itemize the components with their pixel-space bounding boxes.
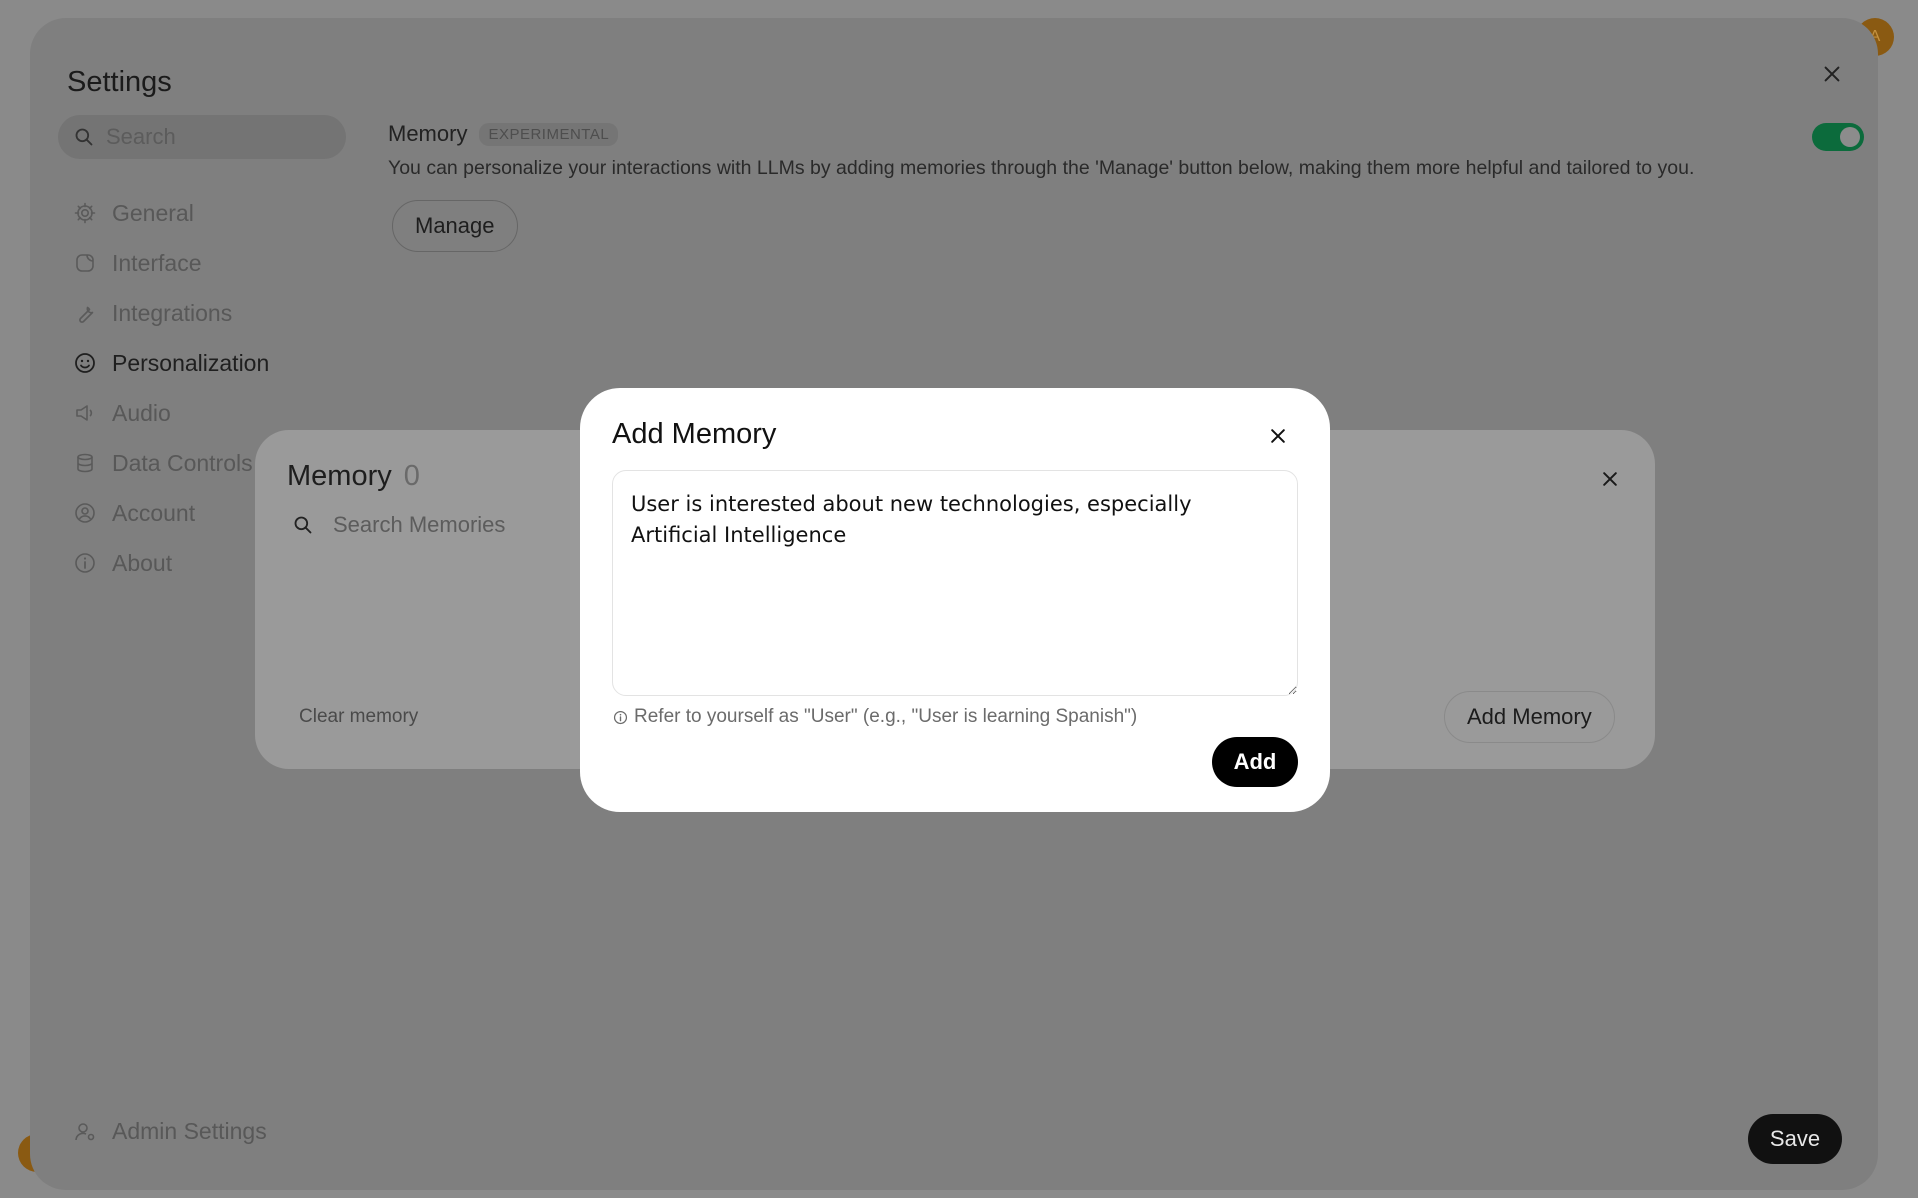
admin-settings-label: Admin Settings [112,1118,267,1144]
nav-item-label: Account [112,499,196,526]
wrench-icon [72,300,98,326]
add-memory-button[interactable]: Add Memory [1444,691,1615,743]
manage-button[interactable]: Manage [392,200,518,252]
toggle-knob [1840,127,1860,147]
admin-settings-link[interactable]: Admin Settings [72,1118,267,1145]
memory-description: You can personalize your interactions wi… [388,157,1695,179]
nav-item-label: Audio [112,399,171,426]
search-icon [294,516,312,534]
memory-content-textarea[interactable]: User is interested about new technologie… [612,470,1298,696]
nav-item-label: General [112,199,194,226]
add-memory-dialog-title: Add Memory [612,418,777,450]
nav-item-audio[interactable]: Audio [72,388,269,438]
nav-item-label: Data Controls [112,449,253,476]
nav-item-account[interactable]: Account [72,488,269,538]
nav-item-general[interactable]: General [72,188,269,238]
clear-memory-button[interactable]: Clear memory [299,706,418,728]
memory-toggle[interactable] [1812,123,1864,151]
add-button[interactable]: Add [1212,737,1298,787]
gear-icon [72,200,98,226]
close-icon [1603,472,1617,486]
nav-item-personalization[interactable]: Personalization [72,338,269,388]
user-circle-icon [72,500,98,526]
face-icon [72,350,98,376]
info-icon [72,550,98,576]
memory-hint: Refer to yourself as "User" (e.g., "User… [612,706,1137,728]
settings-nav: General Interface Integrations Personali… [72,188,269,588]
save-button[interactable]: Save [1748,1114,1842,1164]
close-icon [1824,66,1840,82]
add-memory-dialog: Add Memory User is interested about new … [580,388,1330,812]
memory-section: Memory EXPERIMENTAL You can personalize … [388,121,1868,252]
add-memory-dialog-close-button[interactable] [1263,421,1293,451]
settings-search[interactable] [58,115,346,159]
nav-item-about[interactable]: About [72,538,269,588]
user-gear-icon [72,1119,98,1145]
experimental-badge: EXPERIMENTAL [479,122,619,146]
nav-item-label: Interface [112,249,202,276]
database-icon [72,450,98,476]
nav-item-integrations[interactable]: Integrations [72,288,269,338]
nav-item-label: Integrations [112,299,233,326]
info-icon [612,709,628,725]
close-icon [1271,429,1285,443]
settings-close-button[interactable] [1815,57,1849,91]
speaker-icon [72,400,98,426]
memory-count: 0 [403,460,420,492]
search-icon [75,128,93,146]
nav-item-interface[interactable]: Interface [72,238,269,288]
memory-title: Memory [388,121,468,146]
memory-modal-close-button[interactable] [1595,464,1625,494]
nav-item-label: About [112,549,173,576]
memory-title-row: Memory EXPERIMENTAL [388,121,1868,147]
memory-hint-text: Refer to yourself as "User" (e.g., "User… [634,706,1138,727]
settings-search-input[interactable] [106,124,326,150]
settings-title: Settings [67,66,172,98]
memory-modal-title: Memory 0 [287,460,420,493]
nav-item-data-controls[interactable]: Data Controls [72,438,269,488]
nav-item-label: Personalization [112,349,270,376]
memory-modal-title-text: Memory [287,460,392,492]
interface-icon [72,250,98,276]
